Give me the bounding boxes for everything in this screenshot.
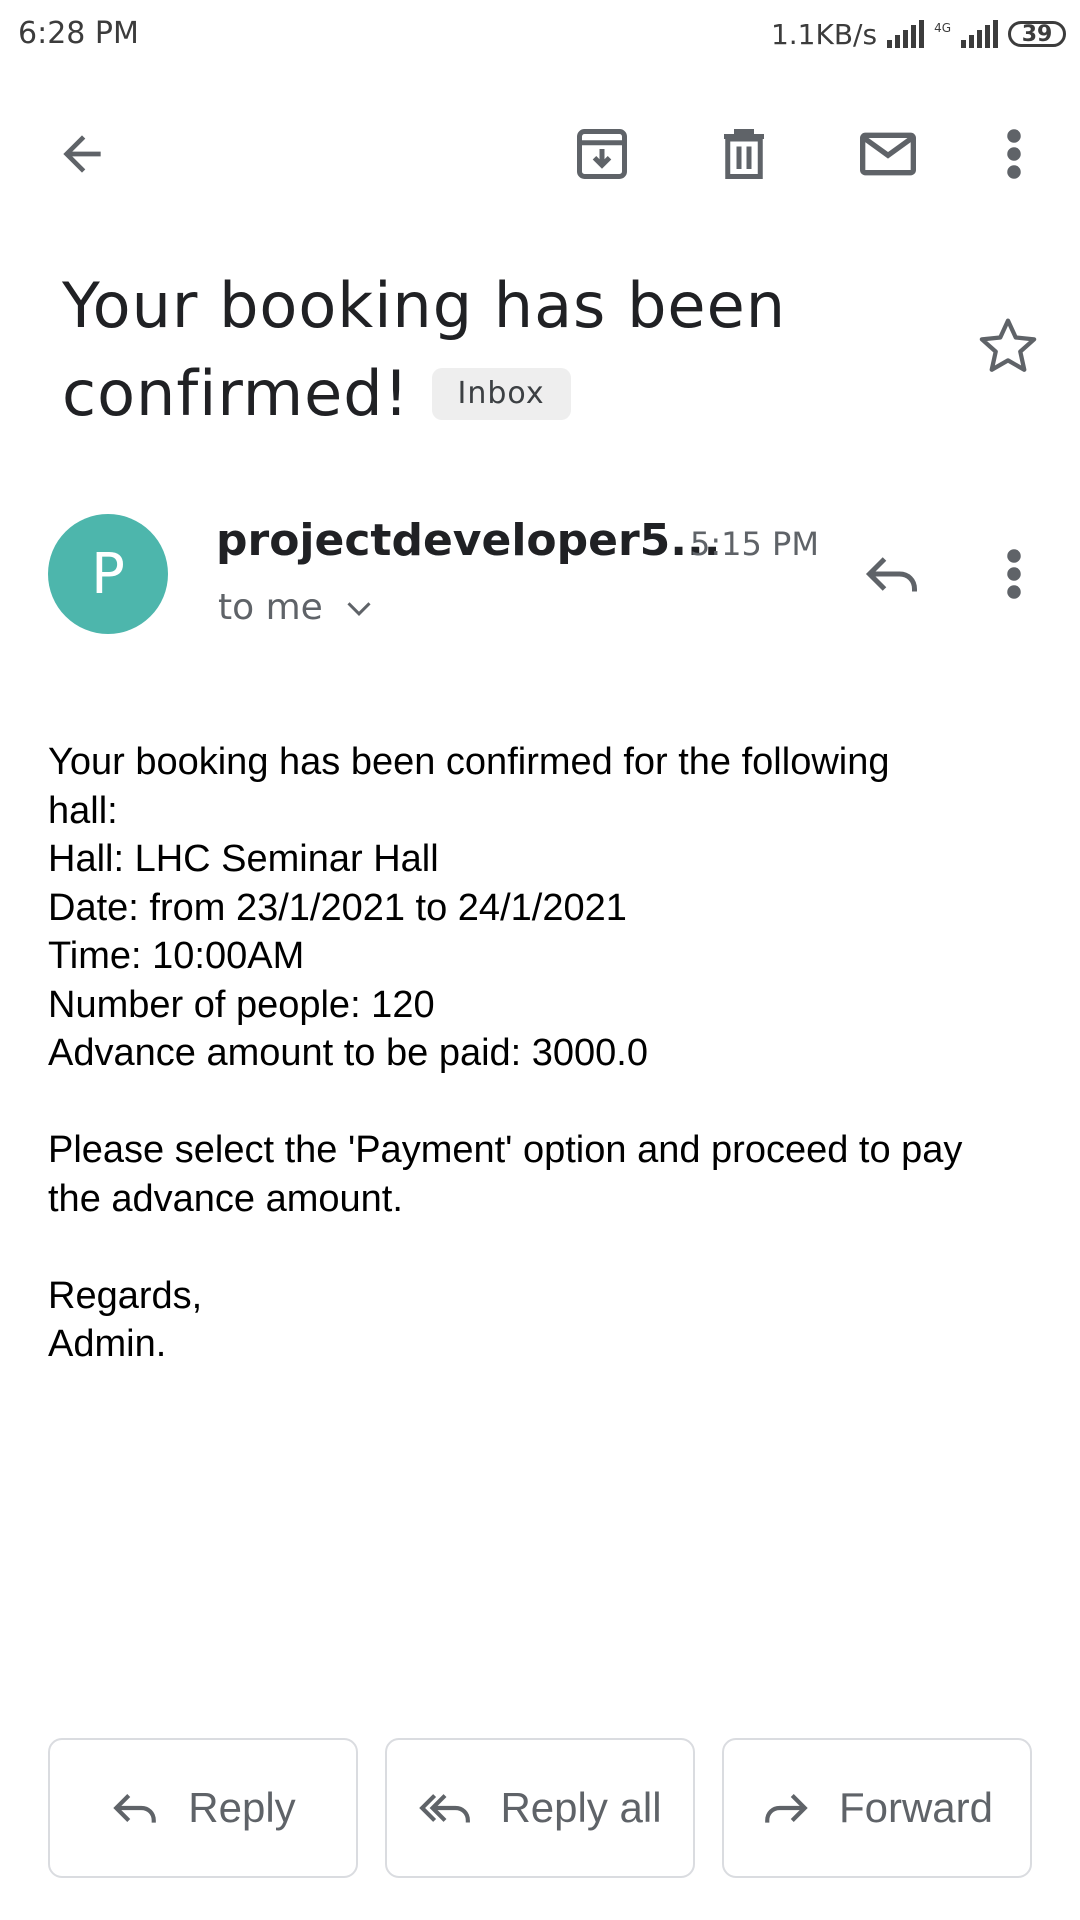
body-line: Time: 10:00AM [48, 935, 305, 977]
body-line: the advance amount. [48, 1177, 403, 1220]
recipient-toggle[interactable]: to me [218, 582, 373, 634]
email-subject: Your booking has been confirmed! Inbox [62, 262, 942, 438]
mail-icon [860, 132, 916, 176]
battery-icon: 39 [1008, 21, 1066, 47]
email-time: 5:15 PM [690, 525, 819, 563]
more-vert-icon [1007, 549, 1021, 599]
body-line: Date: from 23/1/2021 to 24/1/2021 [48, 886, 627, 929]
delete-button[interactable] [708, 118, 780, 190]
reply-all-button-label: Reply all [500, 1784, 662, 1831]
subject-line-2-row: confirmed! Inbox [62, 350, 942, 438]
archive-button[interactable] [566, 118, 638, 190]
battery-level: 39 [1021, 21, 1053, 47]
body-line: Please select the 'Payment' option and p… [48, 1129, 963, 1171]
signal-icon [887, 20, 925, 48]
star-icon [979, 318, 1037, 372]
more-options-button[interactable] [978, 118, 1050, 190]
more-vert-icon [1007, 129, 1021, 179]
subject-line-2: confirmed! [62, 357, 410, 430]
reply-icon [865, 557, 917, 592]
message-more-button[interactable] [978, 538, 1050, 610]
forward-icon [765, 1794, 808, 1823]
mark-unread-button[interactable] [852, 118, 924, 190]
status-indicators: 1.1KB/s 4G 39 [771, 14, 1066, 54]
forward-button[interactable]: Forward [722, 1738, 1032, 1878]
body-line: hall: [48, 789, 118, 832]
reply-all-icon [419, 1794, 471, 1823]
arrow-back-icon [63, 135, 101, 173]
sender-name[interactable]: projectdeveloper5... [216, 512, 720, 570]
archive-icon [577, 129, 627, 179]
trash-icon [724, 129, 764, 179]
body-line: Advance amount to be paid: 3000.0 [48, 1032, 649, 1074]
network-speed: 1.1KB/s [770, 17, 878, 51]
recipient-label: to me [218, 587, 323, 628]
reply-icon-button[interactable] [856, 538, 928, 610]
status-time: 6:28 PM [18, 16, 139, 51]
star-button[interactable] [972, 310, 1044, 382]
chevron-down-icon [347, 602, 371, 616]
reply-button[interactable]: Reply [48, 1738, 358, 1878]
signal-icon-secondary [961, 20, 998, 48]
sender-avatar[interactable]: P [48, 514, 168, 634]
email-body: Your booking has been confirmed for the … [48, 738, 1048, 1369]
body-line: Number of people: 120 [48, 983, 435, 1026]
reply-icon [113, 1794, 157, 1823]
body-line: Admin. [48, 1323, 167, 1365]
forward-button-label: Forward [838, 1784, 994, 1831]
back-button[interactable] [46, 118, 118, 190]
body-line: Regards, [48, 1274, 203, 1317]
reply-all-button[interactable]: Reply all [385, 1738, 695, 1878]
subject-line-1: Your booking has been [62, 269, 787, 342]
inbox-label-chip[interactable]: Inbox [431, 368, 571, 420]
network-type: 4G [934, 21, 951, 35]
body-line: Hall: LHC Seminar Hall [48, 838, 439, 880]
body-line: Your booking has been confirmed for the … [48, 741, 890, 783]
reply-button-label: Reply [188, 1784, 296, 1831]
